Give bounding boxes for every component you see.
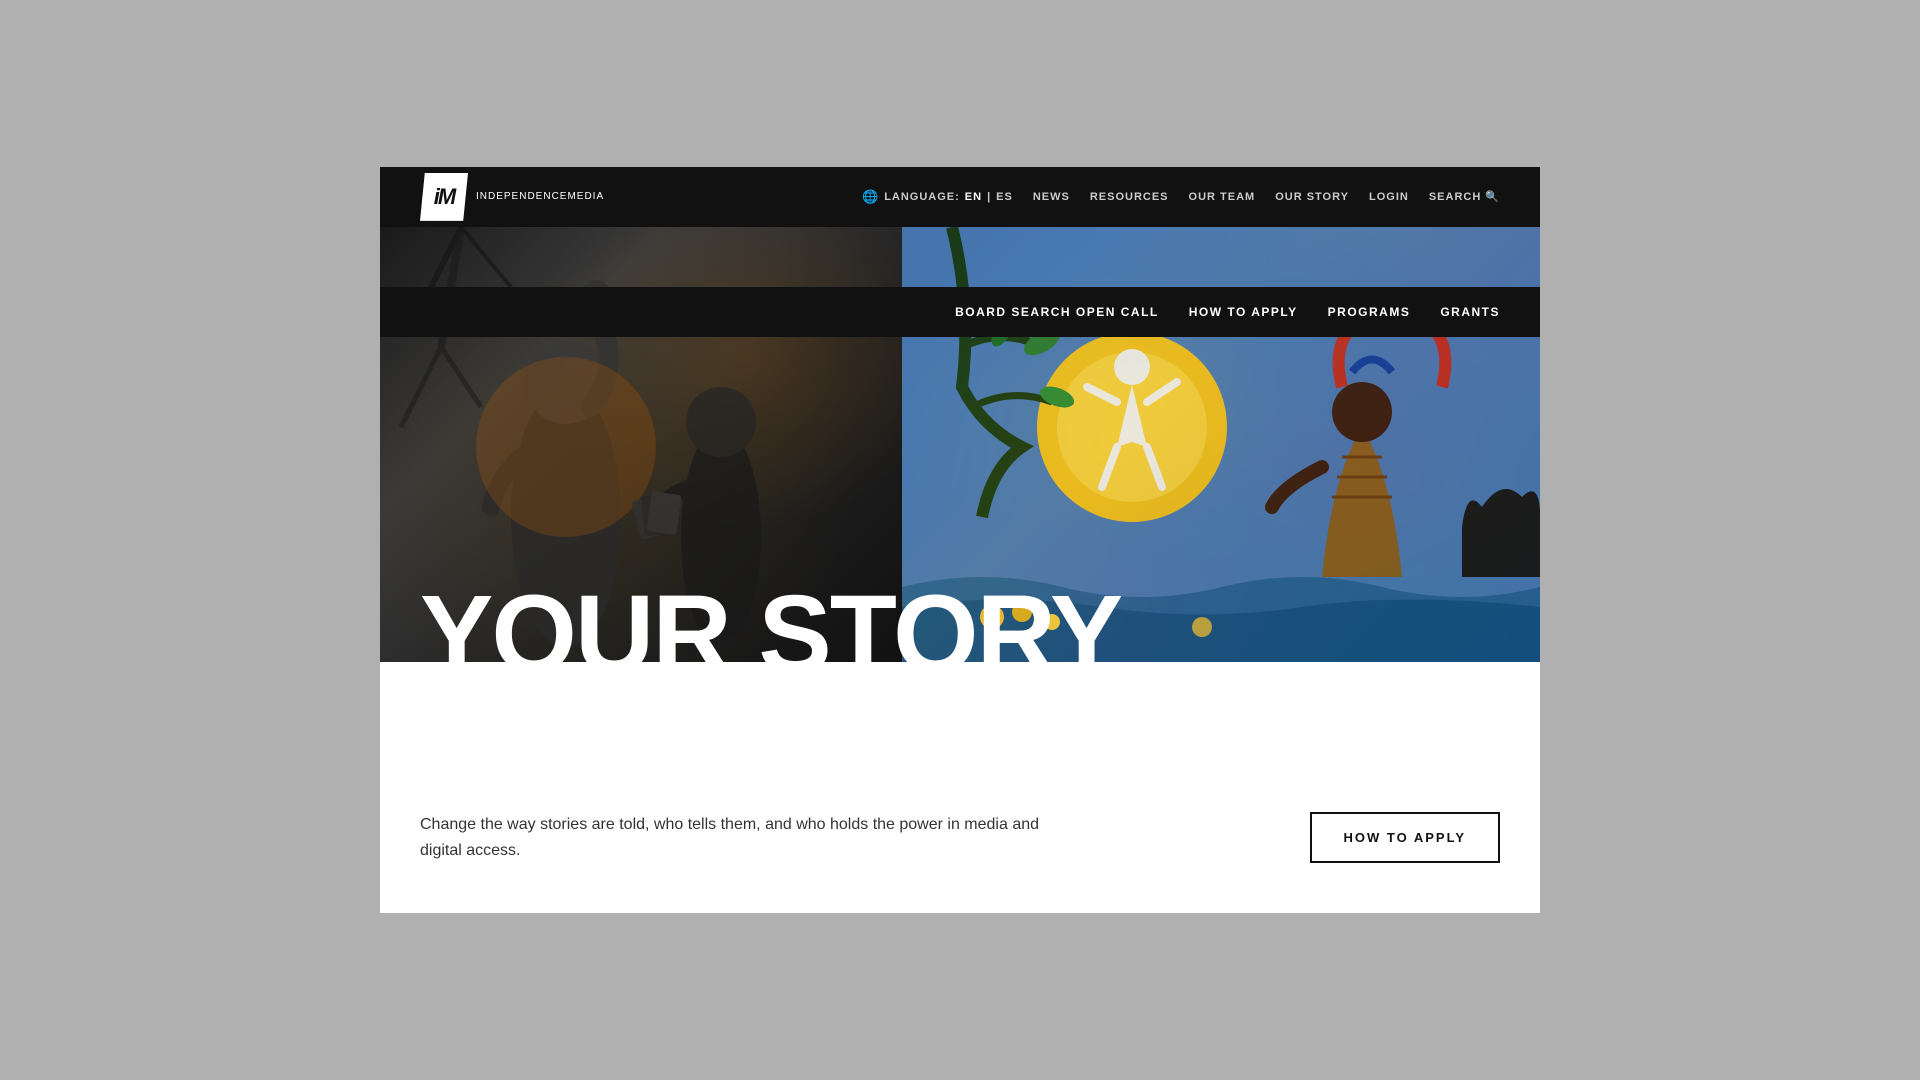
white-section: Change the way stories are told, who tel… <box>380 662 1540 913</box>
lang-separator: | <box>987 191 991 203</box>
nav-our-team[interactable]: OUR TEAM <box>1189 191 1256 203</box>
nav-grants[interactable]: GRANTS <box>1440 305 1500 319</box>
nav-our-story[interactable]: OUR STORY <box>1275 191 1349 203</box>
nav-how-to-apply[interactable]: HOW TO APPLY <box>1189 305 1298 319</box>
lang-en[interactable]: EN <box>965 191 982 203</box>
search-icon: 🔍 <box>1485 190 1500 203</box>
lang-es[interactable]: ES <box>996 191 1013 203</box>
nav-news[interactable]: NEWS <box>1033 191 1070 203</box>
language-label: LANGUAGE: <box>884 191 960 203</box>
search-label: SEARCH <box>1429 191 1481 203</box>
page-wrapper: iM IndependenceMedia 🌐 LANGUAGE: EN | ES N… <box>380 167 1540 913</box>
nav-programs[interactable]: PROGRAMS <box>1328 305 1411 319</box>
logo-link[interactable]: iM IndependenceMedia <box>420 173 604 221</box>
globe-icon: 🌐 <box>862 189 879 205</box>
hero-headline: YOUR STORY IS JOYOUS. <box>420 583 1121 662</box>
logo-text: IndependenceMedia <box>476 190 604 203</box>
top-navigation: iM IndependenceMedia 🌐 LANGUAGE: EN | ES N… <box>380 167 1540 227</box>
nav-board-search[interactable]: BOARD SEARCH OPEN CALL <box>955 305 1159 319</box>
tagline-text: Change the way stories are told, who tel… <box>420 812 1070 863</box>
nav-login[interactable]: LOGIN <box>1369 191 1409 203</box>
how-to-apply-button[interactable]: HOW TO APPLY <box>1310 812 1500 863</box>
hero-text-block: YOUR STORY IS JOYOUS. <box>420 583 1121 662</box>
nav-resources[interactable]: RESOURCES <box>1090 191 1169 203</box>
hero-section: BOARD SEARCH OPEN CALL HOW TO APPLY PROG… <box>380 227 1540 662</box>
top-nav-right: 🌐 LANGUAGE: EN | ES NEWS RESOURCES OUR TEA… <box>862 189 1500 205</box>
logo-icon: iM <box>420 173 468 221</box>
hero-line1: YOUR STORY <box>420 583 1121 662</box>
tagline-area: Change the way stories are told, who tel… <box>420 812 1070 863</box>
language-selector[interactable]: 🌐 LANGUAGE: EN | ES <box>862 189 1013 205</box>
secondary-navigation: BOARD SEARCH OPEN CALL HOW TO APPLY PROG… <box>380 287 1540 337</box>
search-button[interactable]: SEARCH 🔍 <box>1429 190 1500 203</box>
